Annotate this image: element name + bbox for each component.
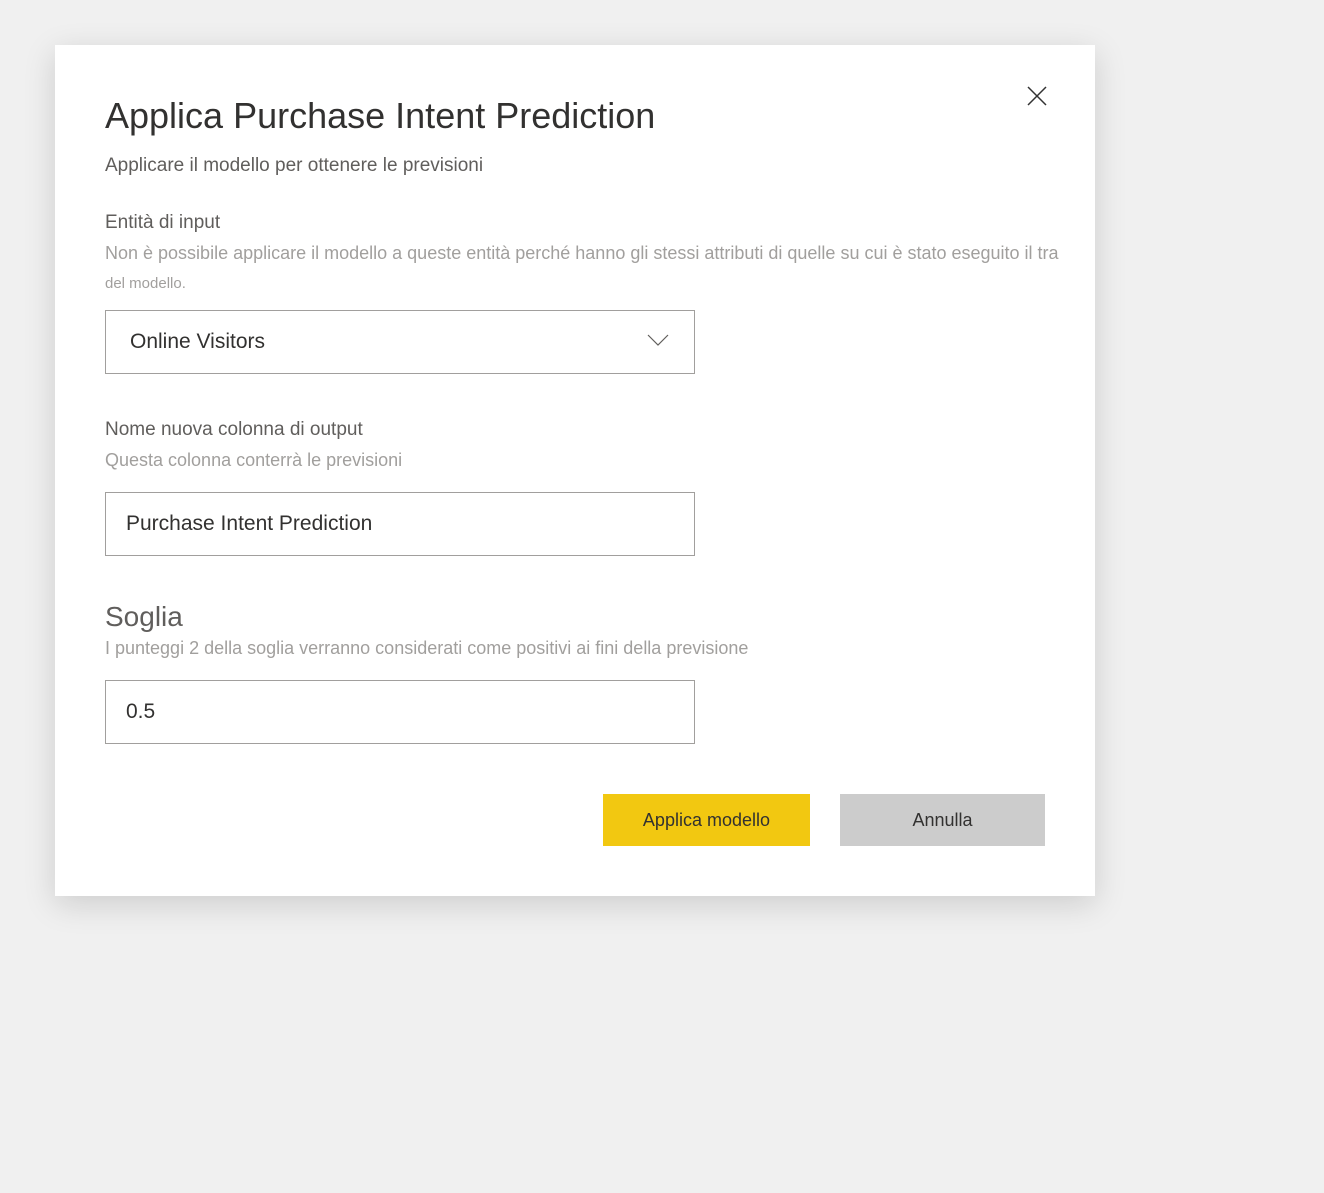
entity-help-line1: Non è possibile applicare il modello a q…	[105, 240, 1045, 267]
threshold-title: Soglia	[105, 601, 1045, 633]
output-help: Questa colonna conterrà le previsioni	[105, 447, 1045, 474]
threshold-help: I punteggi 2 della soglia verranno consi…	[105, 635, 1045, 662]
dialog-title: Applica Purchase Intent Prediction	[105, 95, 1045, 137]
output-label: Nome nuova colonna di output	[105, 419, 1045, 441]
apply-model-dialog: Applica Purchase Intent Prediction Appli…	[55, 45, 1095, 896]
threshold-input[interactable]	[105, 680, 695, 744]
entity-help-line2: del modello.	[105, 275, 1045, 292]
output-column-input[interactable]	[105, 492, 695, 556]
entity-label: Entità di input	[105, 212, 1045, 234]
dialog-button-row: Applica modello Annulla	[55, 794, 1095, 846]
cancel-button[interactable]: Annulla	[840, 794, 1045, 846]
dialog-subtitle: Applicare il modello per ottenere le pre…	[105, 155, 1045, 177]
close-icon	[1025, 84, 1049, 113]
entity-dropdown[interactable]: Online Visitors	[105, 310, 695, 374]
chevron-down-icon	[646, 333, 670, 352]
apply-button[interactable]: Applica modello	[603, 794, 810, 846]
close-button[interactable]	[1019, 80, 1055, 116]
entity-dropdown-value: Online Visitors	[130, 330, 265, 354]
